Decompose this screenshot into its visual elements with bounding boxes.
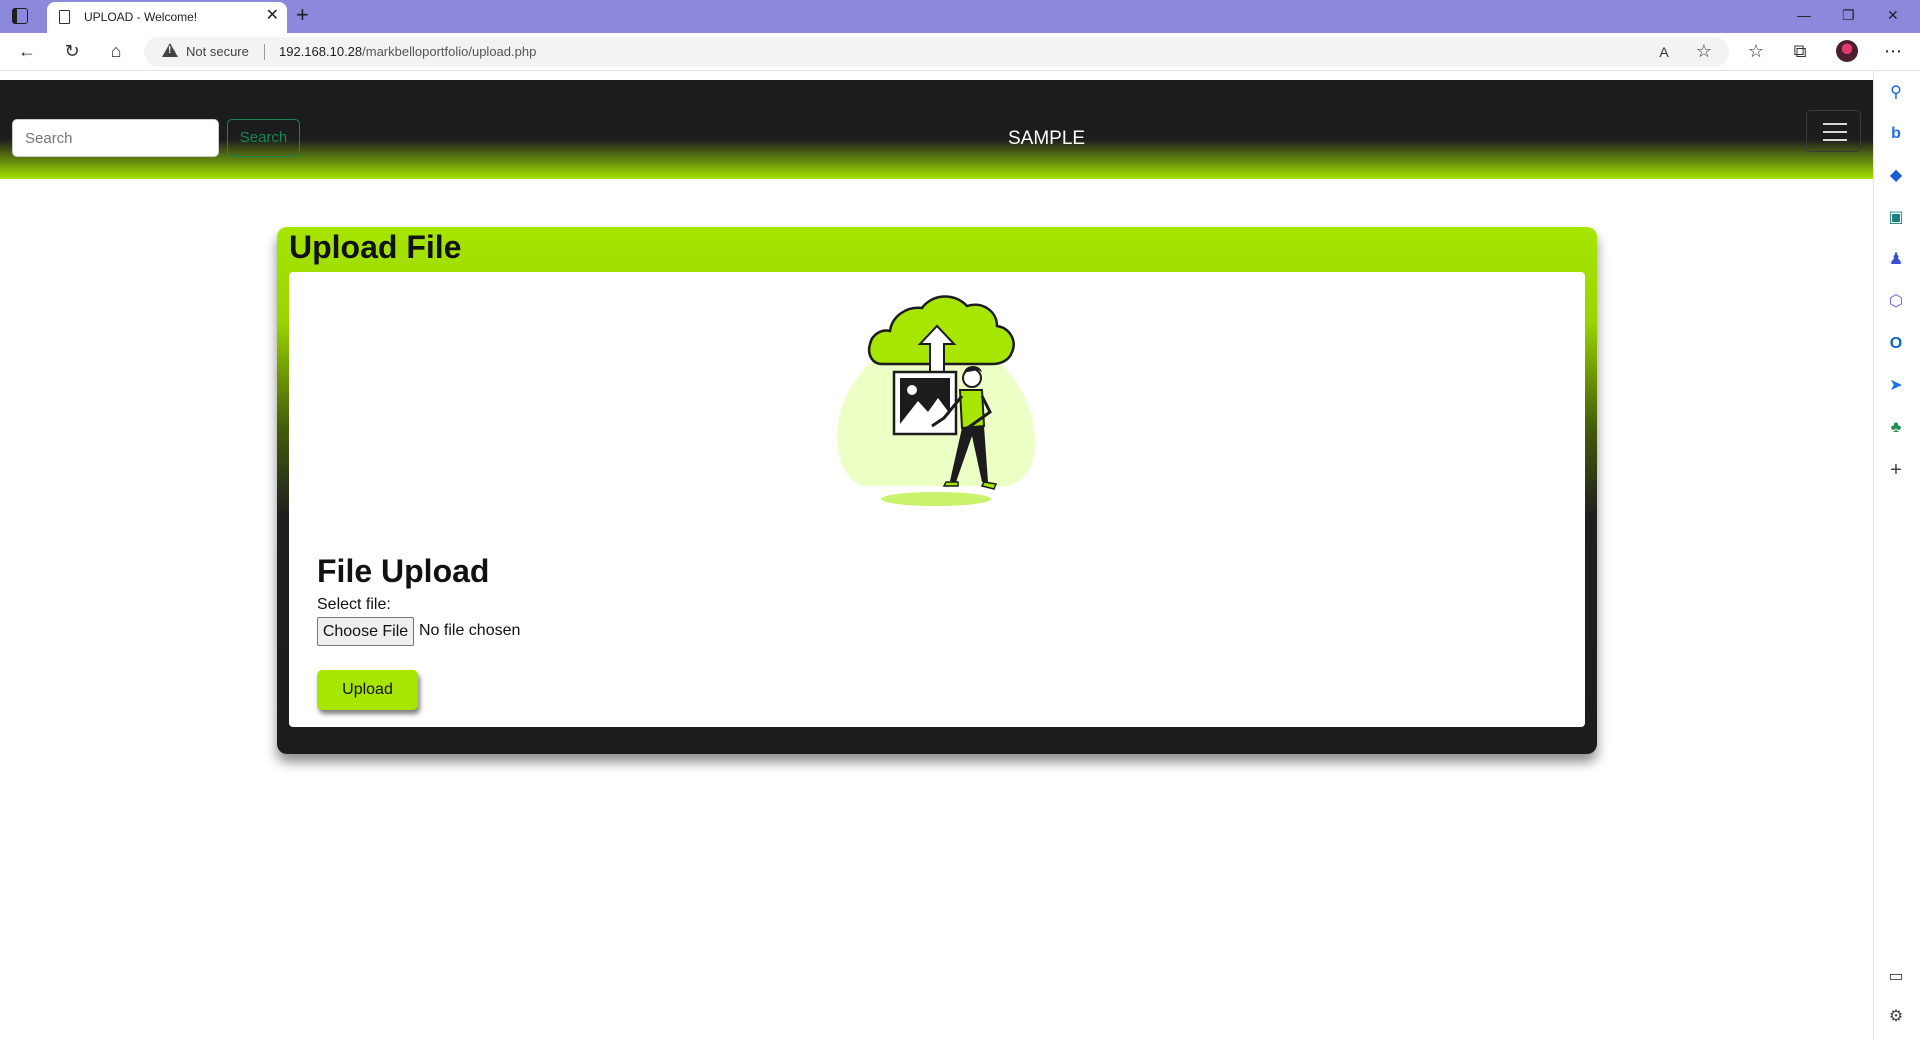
url-text[interactable]: 192.168.10.28/markbelloportfolio/upload.… bbox=[279, 44, 536, 59]
home-icon[interactable]: ⌂ bbox=[104, 39, 128, 63]
split-screen-icon[interactable]: ▭ bbox=[1886, 967, 1906, 987]
settings-icon[interactable]: ⚙ bbox=[1886, 1007, 1906, 1027]
favorites-icon[interactable]: ☆ bbox=[1744, 39, 1768, 63]
site-search-input[interactable] bbox=[12, 119, 219, 157]
add-favorite-icon[interactable]: ☆ bbox=[1692, 39, 1716, 63]
search-icon[interactable]: ⚲ bbox=[1886, 83, 1906, 103]
choose-file-button[interactable]: Choose File bbox=[317, 617, 414, 646]
profile-avatar[interactable] bbox=[1836, 40, 1858, 62]
page-icon bbox=[59, 10, 70, 24]
url-host: 192.168.10.28 bbox=[279, 44, 363, 59]
add-icon[interactable]: + bbox=[1886, 460, 1906, 480]
file-status-text: No file chosen bbox=[419, 622, 521, 639]
address-separator bbox=[264, 44, 265, 60]
hamburger-icon-bar bbox=[1823, 139, 1847, 141]
site-brand[interactable]: SAMPLE bbox=[1008, 128, 1085, 150]
tab-actions-icon[interactable] bbox=[12, 8, 28, 24]
hamburger-icon bbox=[1823, 123, 1847, 125]
collections-icon[interactable]: ⧉ bbox=[1788, 39, 1812, 63]
minimize-icon[interactable]: — bbox=[1797, 6, 1811, 24]
site-search-button[interactable]: Search bbox=[227, 119, 300, 157]
bing-icon[interactable]: b bbox=[1886, 124, 1906, 144]
microsoft365-icon[interactable]: ⬡ bbox=[1886, 292, 1906, 312]
tab-close-icon[interactable]: ✕ bbox=[266, 7, 279, 25]
restore-icon[interactable]: ❐ bbox=[1842, 6, 1855, 24]
upload-button[interactable]: Upload bbox=[317, 670, 418, 710]
page-viewport: Search SAMPLE Upload File bbox=[0, 71, 1873, 1040]
upload-card: Upload File File Upload Select file: Cho… bbox=[277, 227, 1597, 754]
tree-icon[interactable]: ♣ bbox=[1886, 418, 1906, 438]
tools-icon[interactable]: ▣ bbox=[1886, 208, 1906, 228]
tab-title: UPLOAD - Welcome! bbox=[84, 10, 198, 24]
more-icon[interactable]: ⋯ bbox=[1881, 39, 1905, 63]
read-aloud-icon[interactable]: A bbox=[1652, 40, 1676, 64]
hamburger-icon-bar bbox=[1823, 131, 1847, 133]
url-path: /markbelloportfolio/upload.php bbox=[362, 44, 537, 59]
reload-icon[interactable]: ↻ bbox=[60, 39, 84, 63]
browser-toolbar: ← ↻ ⌂ Not secure 192.168.10.28/markbello… bbox=[0, 33, 1920, 71]
site-navbar: Search SAMPLE bbox=[0, 80, 1873, 179]
upload-illustration bbox=[837, 295, 1036, 506]
new-tab-icon[interactable]: + bbox=[296, 3, 309, 27]
card-body: File Upload Select file: Choose File No … bbox=[289, 272, 1585, 727]
window-close-icon[interactable]: ✕ bbox=[1887, 6, 1899, 24]
outlook-icon[interactable]: O bbox=[1886, 334, 1906, 354]
send-icon[interactable]: ➤ bbox=[1886, 376, 1906, 396]
browser-tab-bar: UPLOAD - Welcome! ✕ + — ❐ ✕ bbox=[0, 0, 1920, 33]
warning-icon bbox=[162, 43, 178, 57]
shopping-tag-icon[interactable]: ◆ bbox=[1886, 166, 1906, 186]
address-bar[interactable]: Not secure 192.168.10.28/markbelloportfo… bbox=[144, 37, 1729, 67]
card-title: Upload File bbox=[289, 229, 462, 265]
back-icon[interactable]: ← bbox=[15, 39, 39, 63]
select-file-label: Select file: bbox=[317, 596, 391, 613]
games-icon[interactable]: ♟ bbox=[1886, 250, 1906, 270]
not-secure-label[interactable]: Not secure bbox=[186, 44, 249, 59]
menu-toggle-button[interactable] bbox=[1806, 110, 1861, 152]
edge-sidebar: ⚲ b ◆ ▣ ♟ ⬡ O ➤ ♣ + ▭ ⚙ bbox=[1873, 71, 1920, 1040]
browser-tab-active[interactable]: UPLOAD - Welcome! ✕ bbox=[47, 2, 287, 33]
form-title: File Upload bbox=[317, 553, 490, 589]
